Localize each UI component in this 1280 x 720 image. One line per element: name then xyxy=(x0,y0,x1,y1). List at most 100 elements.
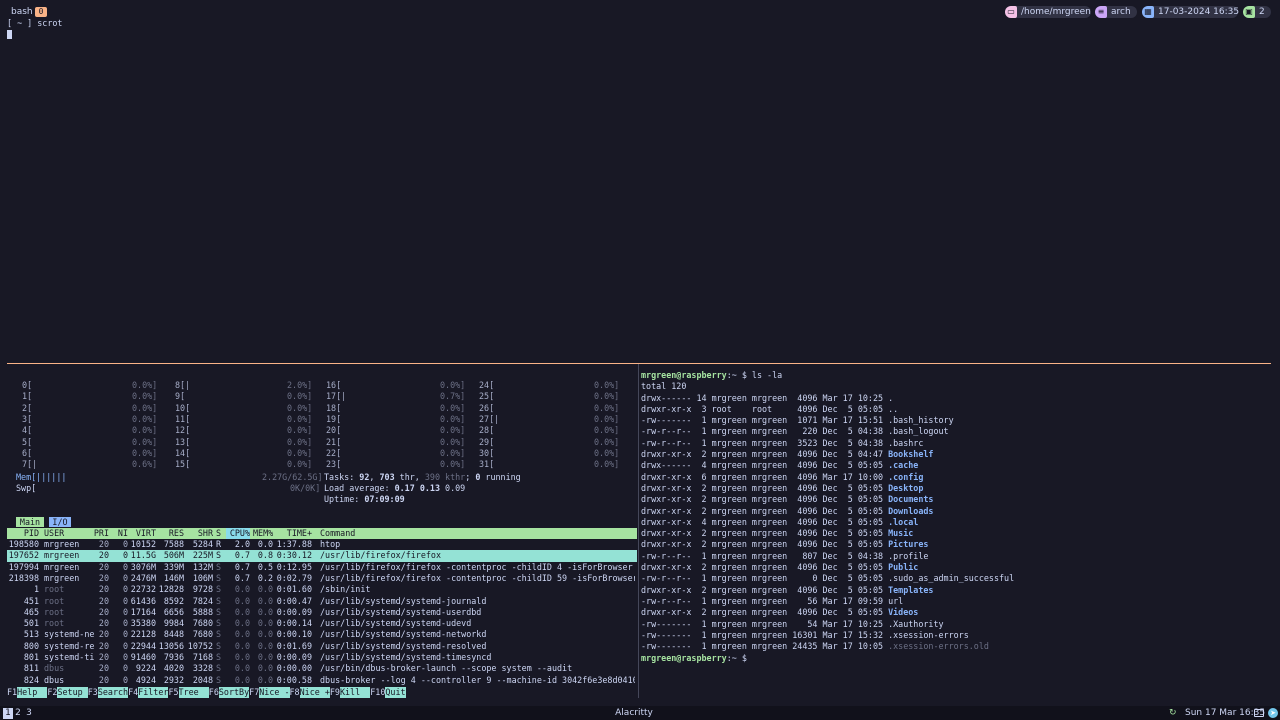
ls-entry-meta: drwxr-xr-x 2 mrgreen mrgreen 4096 Dec 5 … xyxy=(641,494,889,505)
chat-icon[interactable] xyxy=(1254,709,1264,717)
process-row[interactable]: 824 dbus 20 0 4924 2932 2048 S 0.0 0.0 0:00.58 dbus… xyxy=(0,675,638,686)
column-header-cpu[interactable]: CPU% xyxy=(226,528,250,540)
fkey-f1[interactable]: F1 xyxy=(7,687,17,698)
process-cmd: /usr/lib/firefox/firefox -contentproc -c… xyxy=(320,561,635,572)
process-row[interactable]: 811 dbus 20 0 9224 4020 3328 S 0.0 0.0 0:00.00/usr… xyxy=(0,663,638,674)
fkey-f10[interactable]: F10 xyxy=(370,687,385,698)
process-row[interactable]: 513 systemd-ne 20 0 22128 8448 7680 S 0.0 0.0 0:00… xyxy=(0,629,638,640)
telegram-icon[interactable]: ➤ xyxy=(1268,708,1278,718)
ls-entry-meta: drwxr-xr-x 2 mrgreen mrgreen 4096 Dec 5 … xyxy=(641,482,889,493)
cpu-meter-label: 6[ xyxy=(22,447,33,458)
process-cpu: 0.0 xyxy=(234,606,250,617)
fkey-label[interactable]: Search xyxy=(97,687,129,699)
column-header-pri[interactable]: PRI xyxy=(92,528,109,539)
process-virt: 22944 xyxy=(130,640,156,651)
process-virt: 35380 xyxy=(130,618,156,629)
fkey-f5[interactable]: F5 xyxy=(168,687,178,698)
tab-io[interactable]: I/O xyxy=(49,517,71,527)
column-header-command[interactable]: Command xyxy=(320,528,635,539)
process-row[interactable]: 801 systemd-ti 20 0 91460 7936 7168 S 0.0 0.0 0:00… xyxy=(0,652,638,663)
process-pid: 811 xyxy=(23,663,39,674)
process-list[interactable]: 198580 mrgreen 20 0 10152 7588 5284 R 2.0 0.0 1:37… xyxy=(0,539,638,687)
process-s: S xyxy=(216,640,222,651)
process-cpu: 0.0 xyxy=(234,595,250,606)
fkey-label[interactable]: Tree xyxy=(178,687,209,699)
cpu-meter-label: 21[ xyxy=(326,436,342,447)
fkey-label[interactable]: Filter xyxy=(138,687,169,699)
fkey-label[interactable]: Nice + xyxy=(299,687,330,699)
process-time: 0:01.69 xyxy=(276,640,312,651)
ls-entry-meta: drwxr-xr-x 6 mrgreen mrgreen 4096 Mar 17… xyxy=(641,471,889,482)
fkey-label[interactable]: Setup xyxy=(57,687,88,699)
process-virt: 4924 xyxy=(135,674,156,685)
column-header-pid[interactable]: PID xyxy=(8,528,39,539)
ls-entry-name: Desktop xyxy=(888,482,924,493)
cpu-meter-value: 0.0%] xyxy=(132,413,158,424)
process-cmd: /usr/bin/dbus-broker-launch --scope syst… xyxy=(320,663,573,674)
process-row[interactable]: 501 root 20 0 35380 9984 7680 S 0.0 0.0 0:00.14/us… xyxy=(0,618,638,629)
process-time: 0:30.12 xyxy=(276,550,312,561)
fkey-f2[interactable]: F2 xyxy=(47,687,57,698)
fkey-label[interactable]: Quit xyxy=(385,687,406,699)
column-header-virt[interactable]: VIRT xyxy=(130,528,156,539)
process-row[interactable]: 800 systemd-re 20 0 22944 13056 10752 S 0.0 0.0 0:… xyxy=(0,641,638,652)
process-row[interactable]: 1 root 20 0 22732 12828 9728 S 0.0 0.0 0:01.60/sbi… xyxy=(0,584,638,595)
ls-entry-name: .xsession-errors.old xyxy=(888,641,989,652)
process-row[interactable]: 451 root 20 0 61436 8592 7824 S 0.0 0.0 0:00.47/us… xyxy=(0,596,638,607)
process-row[interactable]: 198580 mrgreen 20 0 10152 7588 5284 R 2.0 0.0 1:37… xyxy=(0,539,638,550)
fkey-f9[interactable]: F9 xyxy=(330,687,340,698)
refresh-icon[interactable]: ↻ xyxy=(1169,708,1177,718)
process-pri: 20 xyxy=(98,595,109,606)
ls-prompt-line: mrgreen@raspberry:~ $ ls -la xyxy=(641,370,783,380)
cpu-meter-label: 3[ xyxy=(22,413,33,424)
process-virt: 9224 xyxy=(135,663,156,674)
process-res: 7936 xyxy=(163,652,184,662)
process-shr: 7680 xyxy=(192,618,213,629)
process-pid: 801 xyxy=(23,652,39,662)
column-header-res[interactable]: RES xyxy=(158,528,184,539)
process-row[interactable]: 465 root 20 0 17164 6656 5888 S 0.0 0.0 0:00.09/us… xyxy=(0,607,638,618)
process-virt: 91460 xyxy=(130,652,156,662)
cpu-meters: 0[0.0%] 8[| 2.0%] 16[0.0%] 24[0.0%] 1[0.0%] 9[… xyxy=(0,380,638,472)
fkey-label[interactable]: Kill xyxy=(339,687,371,699)
fkey-label[interactable]: Nice - xyxy=(259,687,290,699)
process-row[interactable]: 197652 mrgreen 20 0 11.5G 506M 225M S 0.7 0.8 0:30… xyxy=(7,550,637,562)
column-header-shr[interactable]: SHR xyxy=(187,528,213,539)
column-header-mem[interactable]: MEM% xyxy=(253,528,273,539)
process-virt: 2476M xyxy=(130,572,156,583)
ls-entry: drwxr-xr-x 2 mrgreen mrgreen 4096 Dec 5 … xyxy=(641,607,918,618)
fkey-f6[interactable]: F6 xyxy=(209,687,219,698)
fkey-f4[interactable]: F4 xyxy=(128,687,138,698)
fkey-label[interactable]: Help xyxy=(17,687,48,699)
process-time: 0:00.00 xyxy=(276,663,312,674)
ls-entry: drwxr-xr-x 2 mrgreen mrgreen 4096 Dec 5 … xyxy=(641,506,933,517)
tab-main[interactable]: Main xyxy=(16,517,44,527)
mem-meter-label: Mem[|||||| xyxy=(16,472,67,482)
cpu-meter-value: 0.0%] xyxy=(132,447,158,458)
column-header-time[interactable]: TIME+ xyxy=(276,528,312,539)
column-header-ni[interactable]: NI xyxy=(114,528,128,539)
cpu-meter-label: 16[ xyxy=(326,380,342,390)
process-shr: 10752 xyxy=(187,640,213,651)
shell-label[interactable]: bash xyxy=(11,7,33,17)
process-ni: 0 xyxy=(122,539,128,549)
ls-entry-meta: -rw------- 1 mrgreen mrgreen 24435 Mar 1… xyxy=(641,641,889,652)
process-mem: 0.0 xyxy=(257,595,273,606)
process-pri: 20 xyxy=(98,606,109,617)
process-mem: 0.0 xyxy=(257,606,273,617)
fkey-f8[interactable]: F8 xyxy=(290,687,300,698)
process-mem: 0.0 xyxy=(257,618,273,629)
fkey-label[interactable]: SortBy xyxy=(218,687,250,699)
terminal-top-pane[interactable]: [ ~ ] scrot xyxy=(0,18,1280,363)
fkey-f3[interactable]: F3 xyxy=(88,687,98,698)
column-header-s[interactable]: S xyxy=(216,528,224,539)
process-pid: 513 xyxy=(23,629,39,640)
process-row[interactable]: 218398 mrgreen 20 0 2476M 146M 106M S 0.7 0.2 0:02… xyxy=(0,573,638,584)
ls-entry-meta: drwxr-xr-x 2 mrgreen mrgreen 4096 Dec 5 … xyxy=(641,505,889,516)
fkey-f7[interactable]: F7 xyxy=(249,687,259,698)
ls-pane[interactable]: mrgreen@raspberry:~ $ ls -la total 120 d… xyxy=(639,364,1280,704)
process-row[interactable]: 197994 mrgreen 20 0 3076M 339M 132M S 0.7 0.5 0:12… xyxy=(0,562,638,573)
process-res: 8448 xyxy=(163,629,184,640)
process-table-header: PID USER PRI NI VIRT RES SHR S CPU% MEM% TIME+ Comm… xyxy=(7,528,637,540)
ls-entry: drwx------ 4 mrgreen mrgreen 4096 Dec 5 … xyxy=(641,460,918,471)
